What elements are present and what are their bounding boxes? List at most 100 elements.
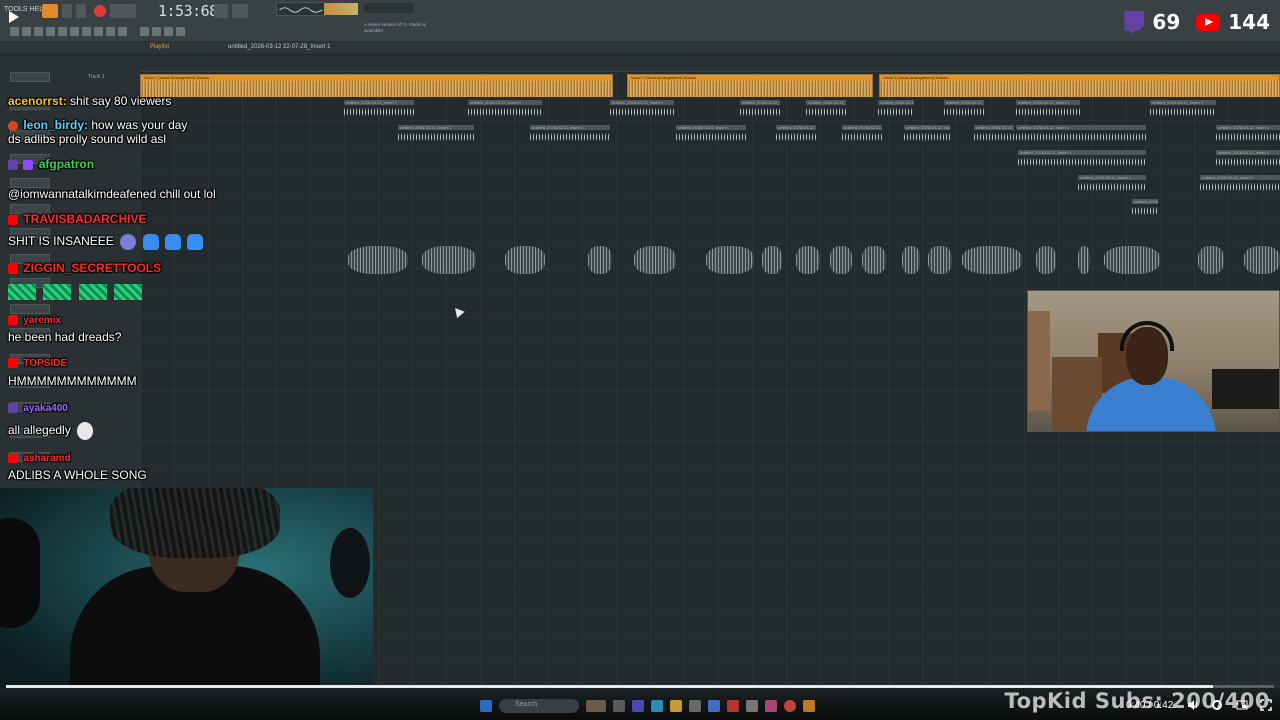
miniplayer-icon[interactable]	[1236, 699, 1248, 711]
news-panel[interactable]: A newer version of FL Studio is availabl…	[364, 22, 434, 34]
audio-clip[interactable]: Vocal 1 (Vocal-Arrangement) #tracks	[879, 74, 1280, 97]
vocal-clip[interactable]: untitled_2026-03-12_Insert 1	[904, 125, 950, 145]
mute-tool-icon[interactable]	[70, 27, 79, 36]
vocal-clip[interactable]: untitled_2026-03-12_Insert 1	[676, 125, 746, 145]
chat-text: ADLIBS A WHOLE SONG	[8, 468, 147, 482]
vocal-clip[interactable]: untitled_2026-03-12_Insert 1	[1216, 150, 1280, 170]
arrow-tool-icon[interactable]	[10, 27, 19, 36]
vocal-clip[interactable]: untitled_2026-03-12_Insert 1	[1216, 125, 1280, 145]
play-button-daw[interactable]	[62, 4, 72, 18]
track-header[interactable]	[10, 72, 50, 82]
mixer-icon[interactable]	[140, 27, 149, 36]
viewer-stats: 69 144	[1124, 8, 1270, 36]
youtube-badge-icon	[8, 357, 18, 368]
stop-button-daw[interactable]	[76, 4, 86, 18]
ghost-emote-icon	[187, 234, 204, 250]
app-icon[interactable]	[708, 700, 720, 712]
chat-message	[8, 284, 146, 300]
timeline-ruler[interactable]	[140, 56, 1280, 72]
chat-message: SHIT IS INSANEEE	[8, 234, 204, 250]
vocal-clip[interactable]: untitled_2026-03-12_Insert 1	[1200, 175, 1280, 195]
taskbar-search[interactable]: Search	[499, 699, 579, 713]
ghost-waveform	[1078, 246, 1090, 274]
chat-overlay: acenorrst: shit say 80 viewers leon_bird…	[8, 94, 278, 486]
piano-roll-icon[interactable]	[164, 27, 173, 36]
track-name: Track 1	[88, 74, 105, 80]
fl-studio-icon[interactable]	[803, 700, 815, 712]
task-view-icon[interactable]	[613, 700, 625, 712]
vocal-clip[interactable]: untitled_2026-03-12_Insert 1	[1078, 175, 1146, 195]
app-icon[interactable]	[746, 700, 758, 712]
ghost-waveform	[862, 246, 886, 274]
chat-username: ZIGGIN_SECRETTOOLS	[23, 261, 162, 275]
vocal-clip[interactable]: untitled_2026-03-12_Insert 1	[344, 100, 414, 120]
vocal-clip[interactable]: untitled_2026-03-12_Insert 1	[740, 100, 780, 120]
chat-message: ADLIBS A WHOLE SONG	[8, 468, 147, 482]
twitch-viewer-count: 69	[1152, 10, 1181, 34]
app-icon[interactable]	[765, 700, 777, 712]
vocal-clip[interactable]: untitled_2026-03-12_Insert 1	[1016, 100, 1080, 120]
video-time: 0:40 / 0:42	[1126, 700, 1174, 711]
playback-tool-icon[interactable]	[118, 27, 127, 36]
delete-tool-icon[interactable]	[58, 27, 67, 36]
pencil-tool-icon[interactable]	[34, 27, 43, 36]
chat-username: leon_birdy:	[23, 118, 89, 132]
windows-start-icon[interactable]	[480, 700, 492, 712]
vocal-clip[interactable]: untitled_2026-03-12_Insert 1	[530, 125, 610, 145]
playlist-title[interactable]: Playlist	[150, 44, 169, 50]
settings-gear-icon[interactable]	[1211, 699, 1223, 711]
ghost-waveform	[634, 246, 676, 274]
zoom-tool-icon[interactable]	[106, 27, 115, 36]
audio-clip[interactable]: Vocal 1 (Vocal-Arrangement) #tracks	[627, 74, 873, 97]
vocal-clip[interactable]: untitled_2026-03-12_Insert 1	[468, 100, 542, 120]
chat-username: afgpatron	[38, 157, 95, 171]
volume-icon[interactable]	[1187, 699, 1199, 711]
record-button[interactable]	[94, 5, 106, 17]
chat-text: HMMMMMMMMMMMM	[8, 374, 137, 388]
app-icon[interactable]	[727, 700, 739, 712]
app-icon[interactable]	[632, 700, 644, 712]
slice-tool-icon[interactable]	[82, 27, 91, 36]
twitch-icon	[1124, 11, 1145, 33]
metronome-button[interactable]	[232, 4, 248, 18]
vocal-clip[interactable]: untitled_2026-03-12_Insert 1	[806, 100, 846, 120]
channel-rack-icon[interactable]	[152, 27, 161, 36]
chrome-icon[interactable]	[784, 700, 796, 712]
fullscreen-icon[interactable]	[1260, 699, 1272, 711]
vocal-clip[interactable]: untitled_2026-03-12_Insert 1	[1018, 150, 1146, 170]
tempo-display[interactable]	[110, 4, 136, 18]
play-icon[interactable]	[9, 11, 19, 23]
chat-username: ayaka400	[23, 403, 68, 414]
youtube-badge-icon	[8, 314, 18, 325]
vocal-clip[interactable]: untitled_2026-03-12_Insert 1	[1016, 125, 1146, 145]
vocal-clip[interactable]: untitled_2026-03-12_Insert 1	[842, 125, 882, 145]
select-tool-icon[interactable]	[94, 27, 103, 36]
chat-username: TOPSIDE	[23, 358, 68, 369]
vocal-clip[interactable]: untitled_2026-03-12_Insert 1	[878, 100, 914, 120]
vocal-clip[interactable]: untitled_2026-03-12_Insert 1	[974, 125, 1014, 145]
store-icon[interactable]	[689, 700, 701, 712]
browser-icon[interactable]	[176, 27, 185, 36]
vocal-clip[interactable]: untitled_2026-03-12_Insert 1	[610, 100, 674, 120]
widget-icon[interactable]	[586, 700, 606, 712]
daw-toolbar: TOOLS HELP 1:53:68 A newer version of FL…	[0, 0, 1280, 42]
chat-username: asharamd	[23, 453, 71, 464]
streamer-webcam	[0, 488, 373, 688]
youtube-badge-icon	[8, 263, 18, 274]
vocal-clip[interactable]: untitled_2026-03-12_Insert 1	[1132, 199, 1158, 219]
ghost-waveform	[348, 246, 408, 274]
snap-button[interactable]	[214, 4, 228, 18]
vocal-clip[interactable]: untitled_2026-03-12_Insert 1	[776, 125, 816, 145]
pattern-song-toggle[interactable]	[42, 4, 58, 18]
ghost-emote-icon	[142, 234, 159, 250]
vocal-clip[interactable]: untitled_2026-03-12_Insert 1	[398, 125, 474, 145]
chat-message: ayaka400	[8, 400, 68, 414]
file-explorer-icon[interactable]	[670, 700, 682, 712]
magnet-icon[interactable]	[22, 27, 31, 36]
chat-text: how was your day	[91, 118, 188, 132]
vocal-clip[interactable]: untitled_2026-03-12_Insert 1	[944, 100, 984, 120]
edge-icon[interactable]	[651, 700, 663, 712]
vocal-clip[interactable]: untitled_2026-03-12_Insert 1	[1150, 100, 1216, 120]
chat-message: ZIGGIN_SECRETTOOLS	[8, 261, 161, 275]
brush-tool-icon[interactable]	[46, 27, 55, 36]
